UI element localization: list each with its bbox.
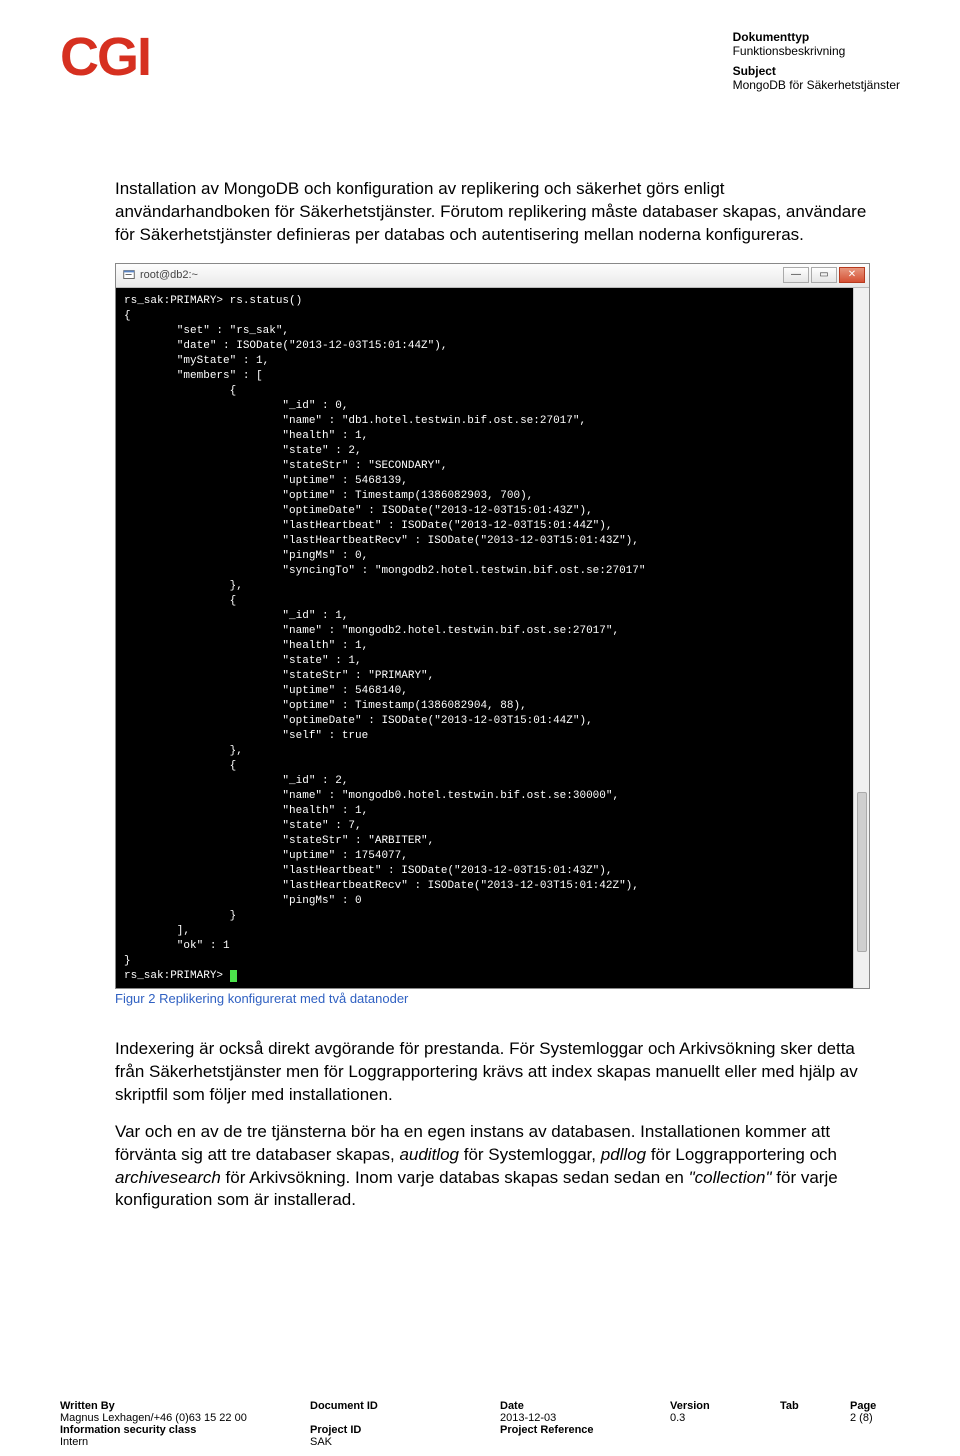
version-label: Version: [670, 1400, 750, 1412]
date-label: Date: [500, 1400, 640, 1412]
window-buttons: — ▭ ✕: [783, 267, 865, 283]
footer-written-by: Written By Magnus Lexhagen/+46 (0)63 15 …: [60, 1400, 280, 1448]
title-bar-left: root@db2:~: [122, 268, 198, 282]
subject-label: Subject: [733, 64, 900, 78]
terminal-output: { "set" : "rs_sak", "date" : ISODate("20…: [124, 310, 646, 967]
written-by-value: Magnus Lexhagen/+46 (0)63 15 22 00: [60, 1412, 280, 1424]
minimize-button[interactable]: —: [783, 267, 809, 283]
terminal-content[interactable]: rs_sak:PRIMARY> rs.status() { "set" : "r…: [116, 288, 853, 988]
tab-label: Tab: [780, 1400, 820, 1412]
footer-tab: Tab: [780, 1400, 820, 1448]
footer-date: Date 2013-12-03 Project Reference: [500, 1400, 640, 1448]
info-class-label: Information security class: [60, 1424, 280, 1436]
doc-type-value: Funktionsbeskrivning: [733, 44, 900, 58]
project-id-value: SAK: [310, 1436, 470, 1448]
document-page: CGI Dokumenttyp Funktionsbeskrivning Sub…: [0, 0, 960, 1456]
terminal-end-prompt: rs_sak:PRIMARY>: [124, 970, 230, 982]
written-by-label: Written By: [60, 1400, 280, 1412]
p3-em3: archivesearch: [115, 1168, 221, 1187]
subject-value: MongoDB för Säkerhetstjänster: [733, 78, 900, 92]
terminal-body-wrap: rs_sak:PRIMARY> rs.status() { "set" : "r…: [116, 288, 869, 988]
terminal-prompt-line: rs_sak:PRIMARY> rs.status(): [124, 295, 302, 307]
p3-txt2: för Systemloggar,: [459, 1145, 601, 1164]
scroll-thumb[interactable]: [857, 792, 867, 952]
paragraph-3: Var och en av de tre tjänsterna bör ha e…: [115, 1121, 870, 1213]
paragraph-2: Indexering är också direkt avgörande för…: [115, 1038, 870, 1107]
page-footer: Written By Magnus Lexhagen/+46 (0)63 15 …: [60, 1400, 900, 1456]
footer-page: Page 2 (8): [850, 1400, 900, 1448]
project-id-label: Project ID: [310, 1424, 470, 1436]
p3-txt4: för Arkivsökning. Inom varje databas ska…: [221, 1168, 689, 1187]
close-button[interactable]: ✕: [839, 267, 865, 283]
p3-em1: auditlog: [399, 1145, 459, 1164]
maximize-button[interactable]: ▭: [811, 267, 837, 283]
footer-row-1: Written By Magnus Lexhagen/+46 (0)63 15 …: [60, 1400, 900, 1448]
document-body: Installation av MongoDB och konfiguratio…: [60, 178, 900, 1212]
page-label: Page: [850, 1400, 900, 1412]
footer-version: Version 0.3: [670, 1400, 750, 1448]
doc-type-label: Dokumenttyp: [733, 30, 900, 44]
document-metadata: Dokumenttyp Funktionsbeskrivning Subject…: [733, 30, 900, 98]
page-value: 2 (8): [850, 1412, 900, 1424]
logo: CGI: [60, 30, 150, 98]
paragraph-1: Installation av MongoDB och konfiguratio…: [115, 178, 870, 247]
info-class-value: Intern: [60, 1436, 280, 1448]
version-value: 0.3: [670, 1412, 750, 1424]
figure-caption: Figur 2 Replikering konfigurerat med två…: [115, 991, 870, 1006]
doc-id-label: Document ID: [310, 1400, 470, 1412]
p3-em2: pdllog: [601, 1145, 646, 1164]
p3-txt3: för Loggrapportering och: [646, 1145, 837, 1164]
scrollbar[interactable]: [853, 288, 869, 988]
date-value: 2013-12-03: [500, 1412, 640, 1424]
cursor-icon: [230, 970, 237, 982]
putty-icon: [122, 268, 136, 282]
page-header: CGI Dokumenttyp Funktionsbeskrivning Sub…: [60, 30, 900, 98]
footer-doc-id: Document ID Project ID SAK: [310, 1400, 470, 1448]
window-title-bar: root@db2:~ — ▭ ✕: [116, 264, 869, 288]
p3-em4: "collection": [689, 1168, 772, 1187]
window-title: root@db2:~: [140, 269, 198, 281]
project-ref-label: Project Reference: [500, 1424, 640, 1436]
terminal-window: root@db2:~ — ▭ ✕ rs_sak:PRIMARY> rs.stat…: [115, 263, 870, 989]
